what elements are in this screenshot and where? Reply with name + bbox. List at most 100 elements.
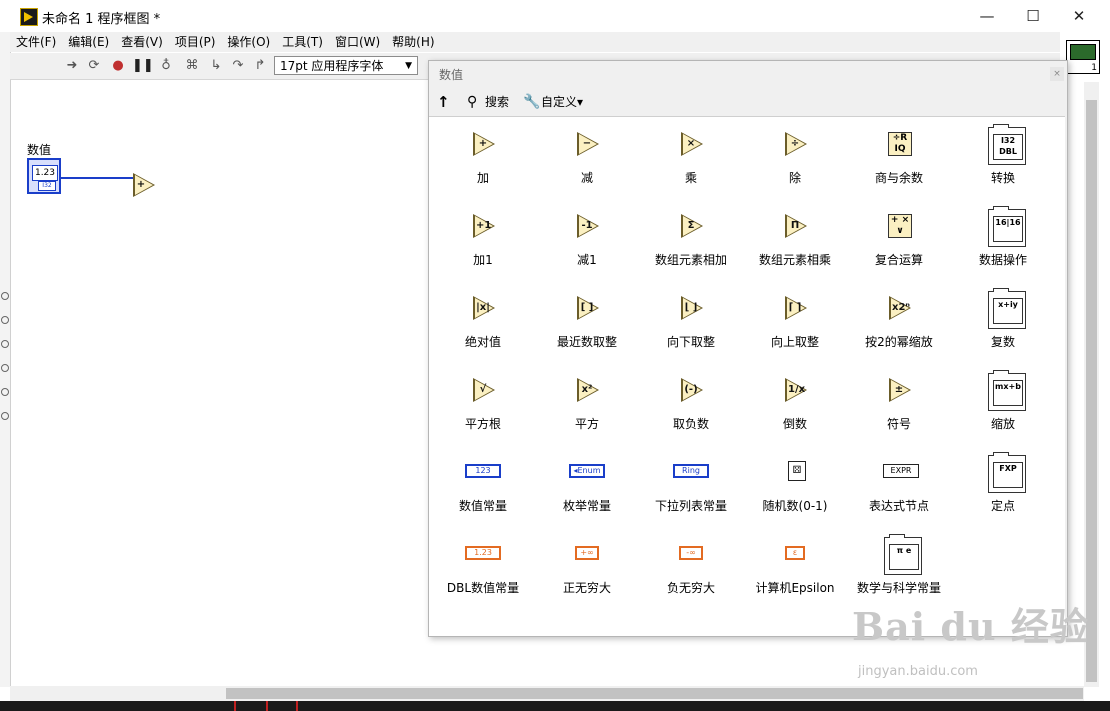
palette-item-label: 缩放: [990, 417, 1015, 431]
palette-item[interactable]: − 减: [535, 125, 639, 205]
step-into-icon[interactable]: ↳: [208, 58, 224, 74]
menu-view[interactable]: 查看(V): [115, 32, 169, 52]
menu-window[interactable]: 窗口(W): [329, 32, 386, 52]
palette-item[interactable]: FXP 定点: [951, 452, 1055, 533]
step-out-icon[interactable]: ↱: [252, 58, 268, 74]
abort-icon[interactable]: ●: [110, 58, 126, 74]
palette-item[interactable]: |x| 绝对值: [431, 289, 535, 369]
palette-item[interactable]: √ 平方根: [431, 371, 535, 451]
palette-item-icon: ±: [887, 377, 913, 403]
palette-item[interactable]: ⌈ ⌉ 向上取整: [743, 289, 847, 369]
labview-app-icon: [20, 8, 38, 26]
tool-icon[interactable]: [1, 292, 9, 300]
watermark-logo: Bai du 经验: [852, 604, 1089, 649]
palette-item-label: 计算机Epsilon: [755, 581, 835, 595]
pause-icon[interactable]: ❚❚: [132, 58, 154, 74]
numeric-control-label[interactable]: 数值: [27, 141, 51, 158]
horizontal-scrollbar[interactable]: [10, 686, 1084, 701]
palette-item[interactable]: [ ] 最近数取整: [535, 289, 639, 369]
palette-item[interactable]: Π 数组元素相乘: [743, 207, 847, 287]
font-select[interactable]: 17pt 应用程序字体 ▼: [274, 56, 418, 75]
wrench-icon[interactable]: 🔧: [523, 93, 540, 111]
palette-item[interactable]: -∞ 负无穷大: [639, 535, 743, 615]
palette-item-label: 表达式节点: [868, 499, 929, 513]
add-function-node[interactable]: +: [131, 173, 157, 199]
palette-item[interactable]: + × ∨ 复合运算: [847, 207, 951, 287]
menu-operate[interactable]: 操作(O): [221, 32, 276, 52]
palette-item[interactable]: I32 DBL 转换: [951, 124, 1055, 205]
marker: [266, 701, 268, 711]
palette-item-icon: EXPR: [883, 459, 919, 485]
palette-item[interactable]: -1 减1: [535, 207, 639, 287]
palette-item-label: DBL数值常量: [446, 581, 520, 595]
palette-item-icon: ⌈ ⌉: [783, 295, 809, 321]
palette-item[interactable]: 123 数值常量: [431, 453, 535, 533]
palette-item-icon: Σ: [679, 213, 705, 239]
palette-item-label: 加1: [473, 253, 493, 267]
palette-item[interactable]: ⌊ ⌋ 向下取整: [639, 289, 743, 369]
vi-number: 1: [1091, 63, 1097, 73]
palette-item[interactable]: + 加: [431, 125, 535, 205]
palette-item-label: 枚举常量: [562, 499, 611, 513]
menu-help[interactable]: 帮助(H): [386, 32, 440, 52]
palette-item[interactable]: ÷ 除: [743, 125, 847, 205]
palette-item-icon: + × ∨: [887, 213, 913, 239]
minimize-button[interactable]: —: [964, 0, 1010, 32]
vi-icon-thumbnail[interactable]: 1: [1066, 40, 1100, 74]
palette-item[interactable]: ⚄ 随机数(0-1): [743, 453, 847, 533]
palette-item[interactable]: x² 平方: [535, 371, 639, 451]
menu-file[interactable]: 文件(F): [10, 32, 62, 52]
wire[interactable]: [61, 177, 133, 179]
tool-icon[interactable]: [1, 316, 9, 324]
palette-item[interactable]: ± 符号: [847, 371, 951, 451]
palette-item[interactable]: 16|16 数据操作: [951, 206, 1055, 287]
tool-icon[interactable]: [1, 388, 9, 396]
palette-item[interactable]: (-) 取负数: [639, 371, 743, 451]
taskbar-edge: [0, 701, 1110, 711]
palette-item[interactable]: +∞ 正无穷大: [535, 535, 639, 615]
palette-item-icon: −: [575, 131, 601, 157]
step-over-icon[interactable]: ↷: [230, 58, 246, 74]
palette-item[interactable]: ÷R IQ 商与余数: [847, 125, 951, 205]
up-arrow-icon[interactable]: ↑: [437, 93, 450, 111]
scroll-thumb[interactable]: [1086, 100, 1097, 682]
scroll-thumb[interactable]: [226, 688, 1083, 699]
palette-item[interactable]: EXPR 表达式节点: [847, 453, 951, 533]
palette-close-button[interactable]: ×: [1050, 67, 1064, 81]
palette-item[interactable]: ε 计算机Epsilon: [743, 535, 847, 615]
search-icon[interactable]: ⚲: [467, 93, 477, 111]
palette-item-icon: ×: [679, 131, 705, 157]
palette-item-icon: 16|16: [988, 206, 1026, 247]
palette-item[interactable]: Ring 下拉列表常量: [639, 453, 743, 533]
menu-project[interactable]: 项目(P): [169, 32, 222, 52]
tool-icon[interactable]: [1, 412, 9, 420]
palette-item[interactable]: Σ 数组元素相加: [639, 207, 743, 287]
palette-item[interactable]: × 乘: [639, 125, 743, 205]
palette-item[interactable]: 1.23 DBL数值常量: [431, 535, 535, 615]
palette-item[interactable]: mx+b 缩放: [951, 370, 1055, 451]
close-button[interactable]: ✕: [1056, 0, 1102, 32]
menu-edit[interactable]: 编辑(E): [62, 32, 115, 52]
palette-item[interactable]: x+iy 复数: [951, 288, 1055, 369]
palette-item[interactable]: ◂Enum 枚举常量: [535, 453, 639, 533]
retain-wire-values-icon[interactable]: ⌘: [184, 58, 200, 74]
palette-title: 数值: [439, 68, 464, 82]
customize-button[interactable]: 自定义▾: [541, 93, 583, 111]
tool-icon[interactable]: [1, 340, 9, 348]
run-arrow-icon[interactable]: ➜: [64, 58, 80, 74]
palette-toolbar: ↑ ⚲ 搜索 🔧 自定义▾: [429, 89, 1067, 115]
tool-icon[interactable]: [1, 364, 9, 372]
palette-item-label: 复合运算: [874, 253, 923, 267]
numeric-terminal[interactable]: 1.23 I32: [27, 158, 61, 194]
palette-item-label: 除: [788, 171, 801, 185]
palette-item[interactable]: x2ⁿ 按2的幂缩放: [847, 289, 951, 369]
run-continuous-icon[interactable]: ⟳: [86, 58, 102, 74]
search-button[interactable]: 搜索: [485, 93, 509, 111]
highlight-bulb-icon[interactable]: ♁: [158, 58, 174, 74]
maximize-button[interactable]: ☐: [1010, 0, 1056, 32]
window-title: 未命名 1 程序框图 *: [42, 12, 161, 27]
palette-item[interactable]: +1 加1: [431, 207, 535, 287]
menu-tools[interactable]: 工具(T): [276, 32, 329, 52]
palette-item-label: 乘: [684, 171, 697, 185]
palette-item[interactable]: 1/x 倒数: [743, 371, 847, 451]
